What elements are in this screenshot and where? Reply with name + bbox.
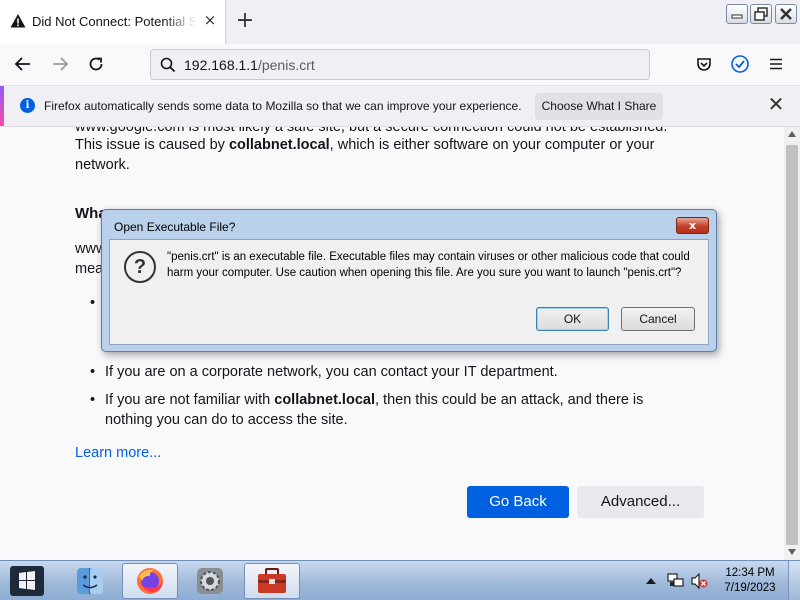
notification-close-icon[interactable]: ✕ — [766, 94, 786, 114]
taskbar-toolbox[interactable] — [244, 563, 300, 599]
scroll-down-icon[interactable] — [788, 549, 796, 555]
partial-bullet: • — [90, 295, 96, 311]
toolbox-icon — [258, 568, 286, 593]
choose-what-i-share-button[interactable]: Choose What I Share — [535, 93, 663, 120]
learn-more-link[interactable]: Learn more... — [75, 445, 161, 461]
back-arrow-icon — [14, 57, 30, 71]
minimize-button[interactable] — [726, 4, 748, 24]
issue-description: This issue is caused by collabnet.local,… — [75, 135, 685, 175]
go-back-button[interactable]: Go Back — [467, 486, 569, 518]
start-button[interactable] — [8, 565, 46, 597]
dialog-message: "penis.crt" is an executable file. Execu… — [167, 251, 690, 279]
volume-muted-icon[interactable] — [690, 573, 708, 589]
show-desktop-button[interactable] — [788, 561, 800, 600]
info-icon: i — [20, 98, 35, 113]
warning-icon — [10, 13, 26, 32]
clock-time: 12:34 PM — [725, 567, 775, 579]
windows-logo-icon — [10, 566, 44, 596]
restore-icon — [754, 7, 768, 21]
tab-close-icon[interactable]: × — [202, 12, 218, 28]
firefox-icon — [137, 568, 163, 594]
advice-list: If you are on a corporate network, you c… — [90, 362, 685, 438]
notification-accent-stripe — [0, 86, 4, 126]
dialog-title: Open Executable File? — [114, 220, 236, 234]
bullet-prefix: If you are not familiar with — [105, 392, 275, 408]
ok-button[interactable]: OK — [536, 307, 609, 331]
tray-expand-icon[interactable] — [646, 577, 656, 585]
url-text: 192.168.1.1/penis.crt — [184, 57, 315, 73]
finder-icon — [77, 568, 103, 594]
pocket-icon — [697, 58, 711, 71]
url-bar[interactable]: 192.168.1.1/penis.crt — [150, 49, 650, 80]
issue-prefix: This issue is caused by — [75, 137, 229, 153]
account-button[interactable] — [728, 52, 752, 76]
url-host: 192.168.1.1 — [184, 57, 258, 73]
forward-arrow-icon — [53, 57, 69, 71]
list-item: If you are not familiar with collabnet.l… — [90, 390, 685, 430]
vertical-scrollbar[interactable] — [784, 127, 800, 560]
list-item: If you are on a corporate network, you c… — [90, 362, 685, 382]
question-icon: ? — [124, 251, 156, 283]
notification-message: Firefox automatically sends some data to… — [44, 99, 522, 113]
data-collection-notification: i Firefox automatically sends some data … — [0, 85, 800, 127]
taskbar-system-settings[interactable] — [182, 563, 238, 599]
reload-button[interactable] — [84, 52, 108, 76]
clock-date: 7/19/2023 — [724, 582, 776, 594]
system-settings-icon — [197, 568, 223, 594]
taskbar-firefox[interactable] — [122, 563, 178, 599]
tab-active[interactable]: Did Not Connect: Potential Security Issu… — [0, 0, 226, 44]
scrollbar-thumb[interactable] — [786, 145, 798, 545]
advanced-button[interactable]: Advanced... — [577, 486, 704, 518]
tab-strip: Did Not Connect: Potential Security Issu… — [0, 0, 800, 44]
dialog-close-button[interactable]: x — [676, 217, 709, 234]
pocket-button[interactable] — [692, 52, 716, 76]
scroll-up-icon[interactable] — [788, 131, 796, 137]
taskbar-finder[interactable] — [62, 563, 118, 599]
back-button[interactable] — [11, 52, 35, 76]
account-check-icon — [731, 55, 749, 73]
partial-mea-text: mea — [75, 261, 104, 277]
close-icon — [780, 8, 792, 20]
forward-button[interactable] — [48, 52, 72, 76]
network-icon[interactable] — [667, 573, 685, 589]
hamburger-menu-icon — [770, 58, 782, 70]
search-icon — [160, 57, 176, 76]
url-path: /penis.crt — [257, 57, 315, 73]
restore-button[interactable] — [750, 4, 772, 24]
window-close-button[interactable] — [775, 4, 797, 24]
open-executable-dialog: Open Executable File? x ? "penis.crt" is… — [101, 209, 717, 352]
minimize-icon — [731, 14, 743, 19]
new-tab-button[interactable]: + — [234, 10, 256, 32]
issue-host: collabnet.local — [228, 137, 330, 153]
taskbar-clock[interactable]: 12:34 PM 7/19/2023 — [718, 566, 782, 596]
taskbar: 12:34 PM 7/19/2023 — [0, 560, 800, 600]
cancel-button[interactable]: Cancel — [621, 307, 695, 331]
menu-button[interactable] — [764, 52, 788, 76]
bullet-host: collabnet.local — [274, 392, 375, 408]
reload-icon — [89, 57, 103, 71]
tab-title: Did Not Connect: Potential Security Issu… — [32, 14, 197, 29]
dialog-body: ? "penis.crt" is an executable file. Exe… — [109, 239, 709, 345]
